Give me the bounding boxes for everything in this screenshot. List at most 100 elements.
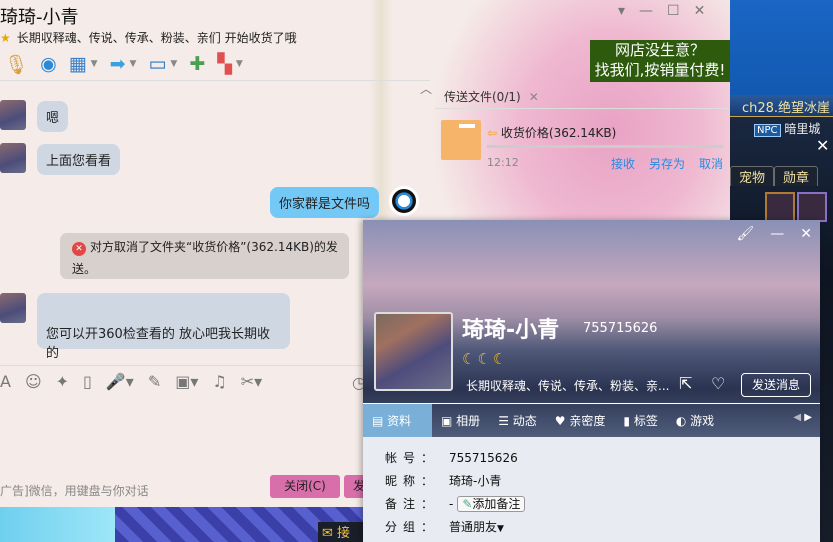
game-location: ch28.绝望冰崖 — [730, 95, 833, 117]
info-value: 755715626 — [449, 451, 518, 465]
tab-intimacy[interactable]: ♥ 亲密度 — [546, 404, 615, 437]
star-icon: ★ — [0, 31, 11, 45]
edit-icon[interactable]: ✎ — [148, 372, 161, 391]
my-avatar[interactable] — [389, 186, 419, 216]
close-button[interactable]: 关闭(C) — [270, 475, 340, 498]
voice-icon[interactable]: 🎤▾ — [106, 372, 134, 391]
heart-icon: ♥ — [554, 414, 566, 428]
tab-games[interactable]: ◐ 游戏 — [667, 404, 723, 437]
info-label: 帐号： — [385, 451, 440, 465]
close-icon[interactable]: ✕ — [694, 3, 706, 19]
tab-feed[interactable]: ☰ 动态 — [489, 404, 546, 437]
send-file-icon[interactable]: ➡ ▼ — [106, 51, 141, 77]
tab-label: 动态 — [512, 414, 537, 428]
profile-name: 琦琦-小青 — [462, 318, 560, 343]
music-icon[interactable]: ♫ — [212, 372, 226, 391]
tab-label: 传送文件(0/1) — [444, 90, 521, 104]
system-message: ✕ 对方取消了文件夹“收货价格”(362.14KB)的发送。 — [60, 233, 349, 279]
tab-file-transfer[interactable]: 传送文件(0/1) ✕ — [444, 88, 539, 105]
profile-tabs: ▤ 资料 ▣ 相册 ☰ 动态 ♥ 亲密度 ▮ 标签 ◐ 游戏 — [363, 403, 820, 437]
file-name: ⇦ 收货价格(362.14KB) — [487, 124, 616, 141]
collapse-icon[interactable]: ︿ — [420, 80, 432, 97]
menu-icon[interactable]: ▾ — [618, 3, 625, 19]
close-icon[interactable]: ✕ — [800, 226, 812, 242]
chat-title: 琦琦-小青 — [0, 7, 79, 28]
add-note-button[interactable]: ✎添加备注 — [457, 496, 526, 512]
tab-tags[interactable]: ▮ 标签 — [614, 404, 666, 437]
share-icon[interactable]: ⇱ — [679, 374, 692, 393]
skin-brush-icon[interactable]: 🖌 — [736, 226, 754, 242]
tab-scroll-right-icon[interactable]: ▶ — [804, 412, 812, 423]
npc-search-button[interactable]: NPC — [754, 124, 781, 137]
input-toolbar: A ☺ ✦ ▯ 🎤▾ ✎ ▣▾ ♫ ✂▾ — [0, 372, 262, 391]
avatar[interactable] — [0, 293, 26, 323]
id-card-icon: ▤ — [372, 414, 384, 428]
scissors-icon[interactable]: ✂▾ — [241, 372, 262, 391]
game-close-icon[interactable]: ✕ — [816, 136, 829, 155]
microphone-icon[interactable]: 🎙 — [0, 51, 32, 77]
profile-signature: 长期収释魂、传说、传承、粉装、亲... — [466, 379, 670, 393]
folder-icon — [441, 120, 481, 160]
cancel-link[interactable]: 取消 — [699, 155, 723, 172]
desktop-background — [730, 0, 833, 95]
webcam-icon[interactable]: ◉ — [36, 51, 61, 77]
add-favorite-icon[interactable]: ♡ — [711, 374, 725, 393]
apps-icon[interactable]: ▚ ▼ — [213, 51, 247, 77]
ad-banner[interactable]: 网店没生意？ 找我们,按销量付费! — [590, 40, 730, 82]
tab-label: 亲密度 — [569, 414, 606, 428]
image-icon[interactable]: ▣▾ — [175, 372, 198, 391]
system-message-text: 对方取消了文件夹“收货价格”(362.14KB)的发送。 — [72, 240, 338, 276]
message-bubble: 嗯 — [37, 101, 69, 132]
tab-album[interactable]: ▣ 相册 — [432, 404, 489, 437]
game-item-slot[interactable] — [797, 192, 827, 222]
magic-icon[interactable]: ✦ — [56, 372, 69, 391]
tab-info[interactable]: ▤ 资料 — [363, 404, 432, 437]
game-tab[interactable]: 宠物 — [730, 166, 775, 186]
shake-icon[interactable]: ▯ — [83, 372, 92, 391]
footer-ad-link[interactable]: 广告]微信，用键盘与你对话 — [0, 482, 149, 499]
close-tab-icon[interactable]: ✕ — [529, 90, 539, 104]
info-value: - — [449, 497, 454, 511]
album-icon: ▣ — [441, 414, 453, 428]
screen-share-icon[interactable]: ▦ ▼ — [65, 51, 102, 77]
info-row: 昵称： 琦琦-小青 — [385, 470, 525, 493]
profile-avatar[interactable] — [374, 312, 453, 391]
send-message-button[interactable]: 发送消息 — [741, 373, 811, 397]
info-label: 分组： — [385, 520, 440, 534]
save-as-link[interactable]: 另存为 — [649, 155, 685, 172]
error-icon: ✕ — [72, 242, 86, 256]
remote-desktop-icon[interactable]: ▭ ▼ — [144, 51, 181, 77]
group-dropdown[interactable]: 普通朋友▼ — [449, 520, 504, 534]
info-row: 分组： 普通朋友▼ — [385, 516, 525, 541]
message-bubble: 您可以开360检查看的 放心吧我长期收的 — [37, 293, 290, 361]
incoming-arrow-icon: ⇦ — [487, 126, 498, 140]
game-mail[interactable]: ✉ 接 — [318, 522, 363, 542]
font-icon[interactable]: A — [0, 372, 11, 391]
game-tabs: 宠物 勋章 — [730, 166, 833, 186]
signature-text: 长期収释魂、传说、传承、粉装、亲们 开始收货了哦 — [16, 31, 297, 45]
avatar[interactable] — [0, 100, 26, 130]
info-row: 帐号： 755715626 — [385, 447, 525, 470]
game-icon: ◐ — [675, 414, 687, 428]
profile-id: 755715626 — [583, 321, 658, 336]
list-icon: ☰ — [498, 414, 509, 428]
tab-scroll-left-icon[interactable]: ◀ — [793, 412, 801, 423]
tab-label: 标签 — [633, 414, 658, 428]
game-item-slot[interactable] — [765, 192, 795, 222]
info-row: 备注： - ✎添加备注 — [385, 493, 526, 516]
minimize-icon[interactable]: — — [770, 226, 784, 242]
emoji-icon[interactable]: ☺ — [25, 372, 42, 391]
ad-line: 网店没生意？ — [614, 41, 705, 59]
game-tab[interactable]: 勋章 — [774, 166, 819, 186]
info-value: 琦琦-小青 — [449, 474, 502, 488]
new-chat-icon[interactable]: ✚ — [185, 51, 209, 77]
maximize-icon[interactable]: ☐ — [667, 3, 680, 19]
avatar[interactable] — [0, 143, 26, 173]
chevron-down-icon: ▼ — [497, 524, 504, 534]
transfer-progress-bar — [487, 145, 723, 148]
file-name-text: 收货价格(362.14KB) — [500, 126, 617, 140]
message-bubble-mine: 你家群是文件吗 — [270, 187, 380, 218]
minimize-icon[interactable]: — — [639, 3, 653, 19]
accept-link[interactable]: 接收 — [611, 155, 635, 172]
tab-label: 资料 — [387, 414, 412, 428]
